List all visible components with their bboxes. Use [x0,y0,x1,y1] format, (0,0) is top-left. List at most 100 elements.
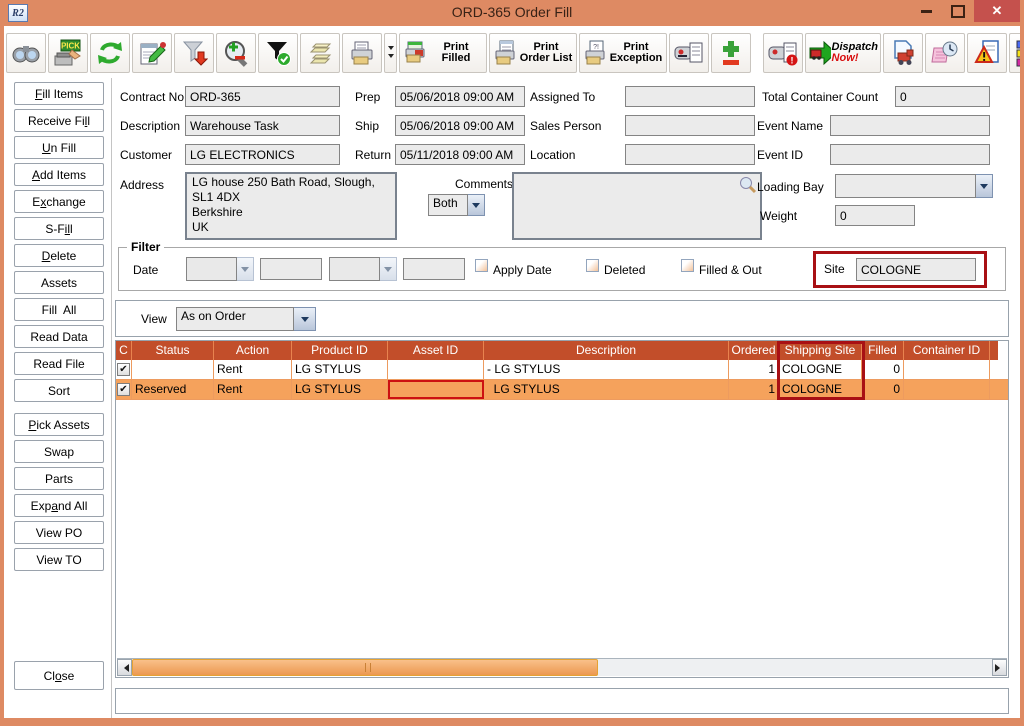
print-exception-button[interactable]: ?! PrintException [579,33,667,73]
cell-ordered[interactable]: 1 [729,380,779,399]
cell-shipping-site[interactable]: COLOGNE [779,360,862,379]
assigned-to-field[interactable] [625,86,755,107]
total-container-count-field[interactable] [895,86,990,107]
cell-action[interactable]: Rent [214,380,292,399]
cell-product-id[interactable]: LG STYLUS [292,380,388,399]
print-filled-button[interactable]: PrintFilled [399,33,487,73]
filter-date-combo-2-dropdown-button[interactable] [380,257,397,281]
ship-date-field[interactable] [395,115,525,136]
sort-papers-button[interactable] [300,33,340,73]
sidebar-button-s-fill[interactable]: S-Fill [14,217,104,240]
close-window-button[interactable]: ✕ [974,0,1020,22]
column-header-action[interactable]: Action [214,341,292,360]
delivery-note-button[interactable] [883,33,923,73]
table-row[interactable]: ✔ReservedRentLG STYLUS LG STYLUS1COLOGNE… [116,380,1008,400]
sidebar-button-delete[interactable]: Delete [14,244,104,267]
horizontal-scrollbar[interactable] [117,658,1007,676]
scrollbar-track[interactable] [132,659,992,676]
column-header-ordered[interactable]: Ordered [729,341,779,360]
cell-shipping-site[interactable]: COLOGNE [779,380,862,399]
comments-box[interactable] [512,172,762,240]
weight-field[interactable] [835,205,915,226]
cell-description[interactable]: - LG STYLUS [484,360,729,379]
minimize-button[interactable] [910,0,942,22]
edit-button[interactable] [132,33,172,73]
filter-date-combo-1-dropdown-button[interactable] [237,257,254,281]
column-header-container-id[interactable]: Container ID [904,341,990,360]
view-dropdown-button[interactable] [294,307,316,331]
table-row[interactable]: ✔RentLG STYLUS- LG STYLUS1COLOGNE0 [116,360,1008,380]
sidebar-button-assets[interactable]: Assets [14,271,104,294]
cell-asset-id[interactable] [388,360,484,379]
dispatch-now-button[interactable]: DispatchNow! [805,33,881,73]
address-box[interactable]: LG house 250 Bath Road, Slough, SL1 4DX … [185,172,397,240]
cell-status[interactable] [132,360,214,379]
sidebar-button-swap[interactable]: Swap [14,440,104,463]
loading-bay-combo[interactable] [835,174,993,198]
event-id-field[interactable] [830,144,990,165]
scan-alert-button[interactable]: ! [763,33,803,73]
filter-date-field-2[interactable] [403,258,465,280]
sidebar-button-exchange[interactable]: Exchange [14,190,104,213]
cell-description[interactable]: LG STYLUS [484,380,729,399]
cell-product-id[interactable]: LG STYLUS [292,360,388,379]
cell-asset-id[interactable] [388,380,484,399]
cell-container-id[interactable] [904,380,990,399]
prep-date-field[interactable] [395,86,525,107]
row-checkbox[interactable]: ✔ [117,383,130,396]
schedule-notes-button[interactable] [925,33,965,73]
filter-date-combo-2[interactable] [329,257,397,281]
zoom-button[interactable] [216,33,256,73]
description-field[interactable] [185,115,340,136]
print-batch-button[interactable] [342,33,382,73]
comments-mode-dropdown-button[interactable] [468,194,485,216]
column-header-asset-id[interactable]: Asset ID [388,341,484,360]
cell-ordered[interactable]: 1 [729,360,779,379]
view-combo[interactable]: As on Order [176,307,316,331]
column-header-c[interactable]: C [116,341,132,360]
sidebar-button-sort[interactable]: Sort [14,379,104,402]
more-options-dropdown[interactable] [384,33,397,73]
refresh-button[interactable] [90,33,130,73]
scroll-right-button[interactable] [992,659,1007,676]
sidebar-button-view-po[interactable]: View PO [14,521,104,544]
event-name-field[interactable] [830,115,990,136]
contract-no-field[interactable] [185,86,340,107]
scroll-left-button[interactable] [117,659,132,676]
scrollbar-thumb[interactable] [132,659,598,676]
pick-items-button[interactable]: PICK [48,33,88,73]
deleted-checkbox[interactable] [586,259,599,272]
comments-search-icon[interactable] [738,175,758,195]
column-header-filled[interactable]: Filled [862,341,904,360]
sidebar-button-read-data[interactable]: Read Data [14,325,104,348]
sidebar-button-fill-all[interactable]: Fill All [14,298,104,321]
status-legend-button[interactable] [1009,33,1020,73]
filter-date-combo-1[interactable] [186,257,254,281]
cell-filled[interactable]: 0 [862,380,904,399]
return-date-field[interactable] [395,144,525,165]
exception-report-button[interactable] [967,33,1007,73]
cell-container-id[interactable] [904,360,990,379]
print-order-list-button[interactable]: PrintOrder List [489,33,577,73]
location-field[interactable] [625,144,755,165]
sidebar-button-un-fill[interactable]: Un Fill [14,136,104,159]
maximize-button[interactable] [942,0,974,22]
sidebar-button-parts[interactable]: Parts [14,467,104,490]
cell-action[interactable]: Rent [214,360,292,379]
sidebar-button-add-items[interactable]: Add Items [14,163,104,186]
customer-field[interactable] [185,144,340,165]
filled-out-checkbox[interactable] [681,259,694,272]
sidebar-button-receive-fill[interactable]: Receive Fill [14,109,104,132]
sidebar-button-pick-assets[interactable]: Pick Assets [14,413,104,436]
loading-bay-dropdown-button[interactable] [976,174,993,198]
scan-items-button[interactable] [669,33,709,73]
sidebar-button-read-file[interactable]: Read File [14,352,104,375]
filter-apply-button[interactable] [258,33,298,73]
row-checkbox[interactable]: ✔ [117,363,130,376]
cell-status[interactable]: Reserved [132,380,214,399]
apply-date-checkbox[interactable] [475,259,488,272]
filter-export-button[interactable] [174,33,214,73]
column-header-shipping-site[interactable]: Shipping Site [779,341,862,360]
add-remove-button[interactable] [711,33,751,73]
column-header-status[interactable]: Status [132,341,214,360]
